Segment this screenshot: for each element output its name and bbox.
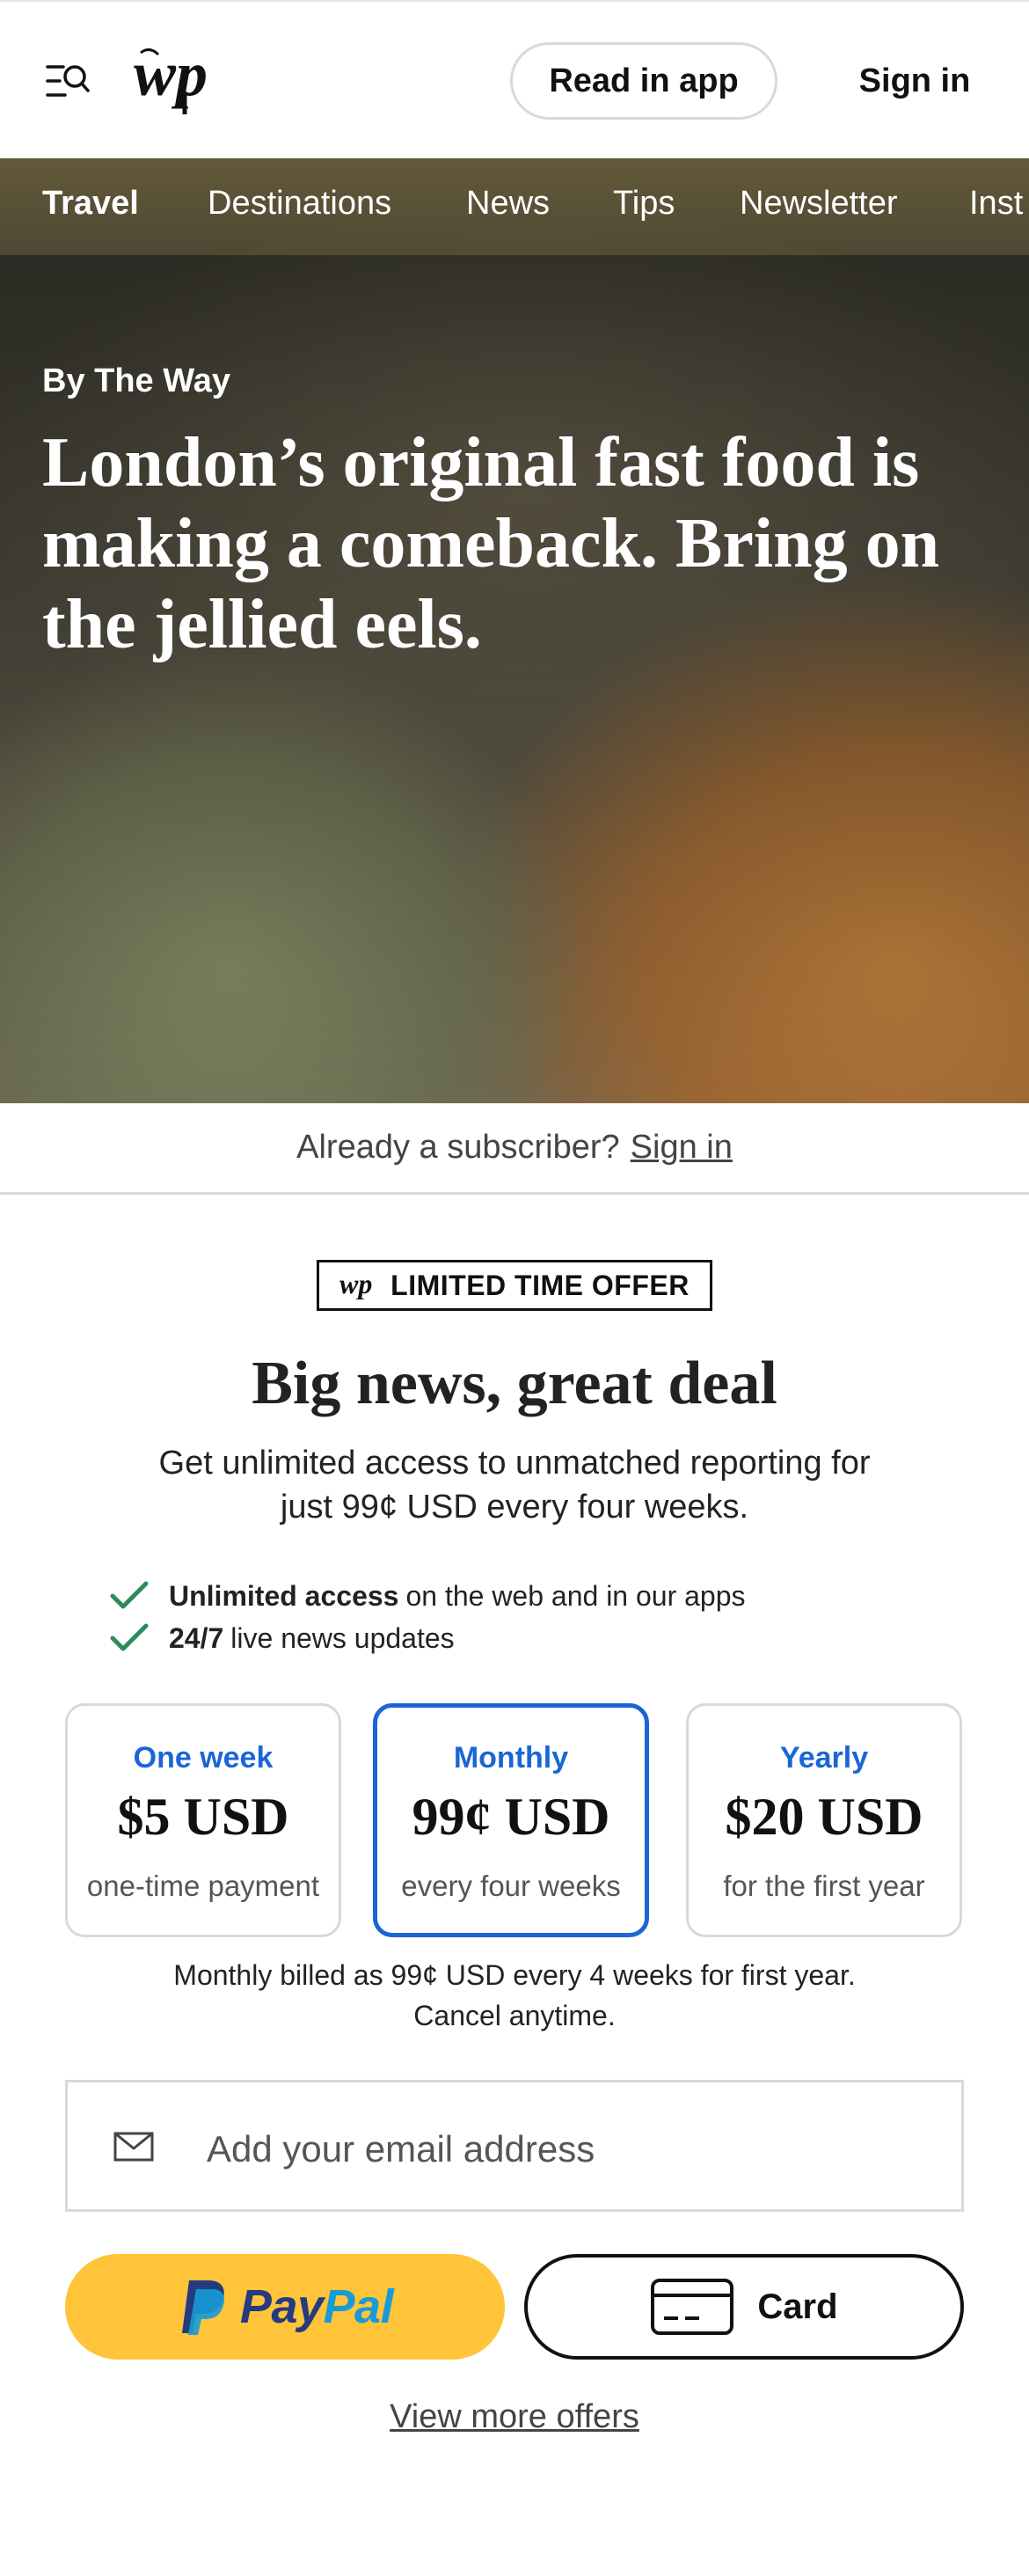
paypal-word-part1: Pay — [239, 2280, 324, 2333]
article-kicker[interactable]: By The Way — [42, 362, 230, 400]
offer-description: Get unlimited access to unmatched report… — [158, 1445, 871, 1526]
plan-term: for the first year — [723, 1870, 925, 1902]
check-icon — [110, 1623, 149, 1651]
plan-one-week[interactable]: One week $5 USD one-time payment — [65, 1703, 341, 1937]
plan-name: Yearly — [779, 1741, 869, 1775]
subscriber-strip: Already a subscriber? Sign in — [0, 1103, 1029, 1195]
plan-price: $20 USD — [725, 1788, 923, 1846]
offer-title: Big news, great deal — [252, 1350, 777, 1417]
plan-monthly[interactable]: Monthly 99¢ USD every four weeks — [373, 1703, 649, 1937]
benefit-item: 24/7 live news updates — [109, 1617, 901, 1659]
check-icon — [110, 1581, 149, 1609]
paypal-button[interactable]: PayPal — [65, 2254, 505, 2360]
nav-item-destinations[interactable]: Destinations — [208, 185, 391, 223]
card-button[interactable]: Card — [524, 2254, 964, 2360]
svg-text:wp: wp — [134, 44, 208, 109]
plan-price: $5 USD — [117, 1788, 289, 1846]
benefit-text: live news updates — [230, 1621, 455, 1654]
benefit-bold: 24/7 — [169, 1621, 224, 1654]
card-label: Card — [757, 2287, 838, 2326]
email-input[interactable] — [205, 2118, 930, 2181]
email-field[interactable] — [65, 2080, 964, 2212]
svg-text:wp: wp — [339, 1270, 372, 1299]
plan-yearly[interactable]: Yearly $20 USD for the first year — [686, 1703, 962, 1937]
subscriber-sign-in-link[interactable]: Sign in — [631, 1129, 733, 1167]
subscriber-prompt: Already a subscriber? — [296, 1129, 620, 1166]
sign-in-button[interactable]: Sign in — [827, 42, 1003, 120]
mail-icon — [113, 2132, 154, 2162]
nav-item-tips[interactable]: Tips — [613, 185, 675, 223]
benefit-list: Unlimited access on the web and in our a… — [109, 1575, 901, 1659]
nav-item-newsletter[interactable]: Newsletter — [740, 185, 898, 223]
benefit-item: Unlimited access on the web and in our a… — [109, 1575, 901, 1617]
wp-logo-icon[interactable]: wp — [132, 44, 218, 118]
nav-item-travel[interactable]: Travel — [42, 185, 139, 223]
section-nav: Travel Destinations News Tips Newsletter… — [0, 158, 1029, 255]
top-header: wp Read in app Sign in — [0, 0, 1029, 158]
benefit-bold: Unlimited access — [169, 1579, 399, 1612]
plan-name: Monthly — [453, 1741, 569, 1775]
nav-item-news[interactable]: News — [466, 185, 550, 223]
read-in-app-button[interactable]: Read in app — [510, 42, 777, 120]
paypal-wordmark: PayPal — [239, 2280, 394, 2334]
nav-item-inst[interactable]: Inst — [969, 185, 1023, 223]
menu-search-icon[interactable] — [46, 62, 90, 100]
plan-name: One week — [133, 1741, 274, 1775]
credit-card-icon — [651, 2279, 734, 2335]
benefit-text: on the web and in our apps — [405, 1579, 746, 1612]
article-headline: London’s original fast food is making a … — [42, 424, 940, 663]
plan-term: one-time payment — [86, 1870, 320, 1902]
hero-image: Travel Destinations News Tips Newsletter… — [0, 158, 1029, 1103]
plan-price: 99¢ USD — [412, 1788, 610, 1846]
limited-offer-badge: wp LIMITED TIME OFFER — [317, 1260, 712, 1311]
paypal-word-part2: Pal — [323, 2280, 394, 2333]
billing-note-line: Cancel anytime. — [413, 2000, 616, 2031]
plan-term: every four weeks — [401, 1870, 621, 1902]
billing-note-line: Monthly billed as 99¢ USD every 4 weeks … — [173, 1959, 856, 1991]
paypal-logo-icon — [181, 2280, 224, 2335]
view-more-offers-link[interactable]: View more offers — [390, 2398, 639, 2435]
wp-mini-logo-icon: wp — [339, 1270, 372, 1299]
view-more-offers: View more offers — [0, 2398, 1029, 2436]
offer-badge-text: LIMITED TIME OFFER — [390, 1269, 690, 1301]
billing-note: Monthly billed as 99¢ USD every 4 weeks … — [106, 1955, 923, 2036]
